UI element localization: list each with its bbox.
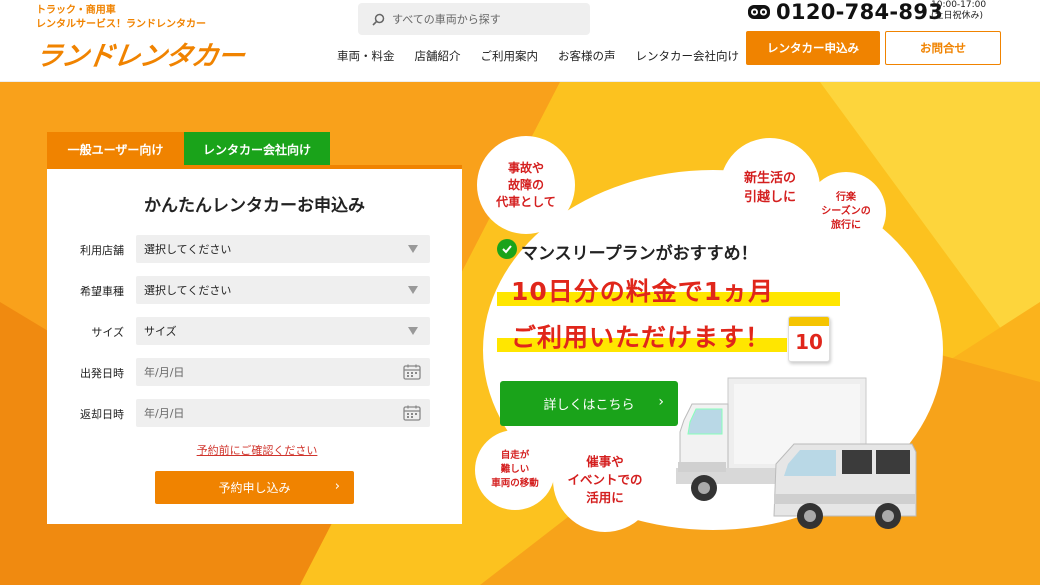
bubble-event-line3: 活用に	[586, 490, 624, 505]
bubble-accident-line1: 事故や	[507, 160, 544, 175]
freedial-icon	[748, 5, 770, 19]
bubble-moving-line2: 引越しに	[743, 190, 796, 205]
detail-button[interactable]: 詳しくはこちら ›	[500, 381, 678, 426]
label-size: サイズ	[91, 326, 124, 339]
promo-headline: マンスリープランがおすすめ！	[521, 244, 758, 264]
nav-for-companies[interactable]: レンタカー会社向け	[636, 48, 740, 64]
truck-illustration	[676, 377, 917, 529]
bubble-season-line3: 旅行に	[831, 220, 861, 231]
calendar-number: 10	[795, 330, 823, 354]
return-date-value: 年/月/日	[144, 407, 185, 420]
bubble-moving-line1: 新生活の	[743, 171, 796, 186]
label-departure: 出発日時	[80, 367, 124, 380]
business-hours: 10:00-17:00 (土日祝休み)	[931, 0, 986, 22]
tab-rental-companies[interactable]: レンタカー会社向け	[184, 132, 330, 166]
nav-reviews[interactable]: お客様の声	[558, 48, 616, 64]
bubble-accident-line3: 代車として	[496, 194, 556, 209]
size-select-value: サイズ	[144, 325, 177, 338]
bubble-accident-line2: 故障の	[507, 177, 544, 192]
bubble-self-drive-line2: 難しい	[500, 464, 530, 475]
vehicle-type-value: 選択してください	[144, 284, 232, 297]
rental-application-form: かんたんレンタカーお申込み 利用店舗 選択してください 希望車種 選択してくださ…	[47, 169, 462, 524]
chevron-right-icon: ›	[334, 479, 340, 494]
bubble-self-drive-line1: 自走が	[500, 450, 530, 461]
search-icon	[372, 13, 385, 26]
search-box[interactable]: すべての車両から探す	[358, 3, 590, 35]
promo-line2: ご利用いただけます！	[511, 323, 772, 352]
store-select[interactable]: 選択してください	[136, 235, 430, 263]
check-icon	[497, 239, 517, 259]
form-title: かんたんレンタカーお申込み	[144, 196, 365, 216]
phone-number[interactable]: 0120-784-893	[776, 0, 943, 24]
calendar-picker-icon[interactable]	[403, 405, 421, 421]
bubble-event-line1: 催事や	[586, 454, 624, 469]
bubble-self-drive-line3: 車両の移動	[491, 478, 539, 489]
chevron-right-icon: ›	[658, 394, 664, 410]
tab-general-users[interactable]: 一般ユーザー向け	[47, 132, 184, 166]
search-placeholder: すべての車両から探す	[392, 13, 501, 26]
departure-date-input[interactable]: 年/月/日	[136, 358, 430, 386]
main-nav: 車両・料金 店舗紹介 ご利用案内 お客様の声 レンタカー会社向け	[337, 48, 759, 64]
dropdown-arrow-icon	[408, 286, 418, 294]
return-date-input[interactable]: 年/月/日	[136, 399, 430, 427]
bubble-event-line2: イベントでの	[567, 472, 643, 487]
label-store: 利用店舗	[80, 244, 124, 257]
contact-button[interactable]: お問合せ	[885, 31, 1001, 65]
hours-time: 10:00-17:00	[931, 0, 987, 10]
submit-label: 予約申し込み	[218, 481, 291, 495]
label-return: 返却日時	[80, 408, 124, 421]
phone-block[interactable]: 0120-784-893	[748, 0, 943, 24]
vehicle-type-select[interactable]: 選択してください	[136, 276, 430, 304]
site-header: トラック・商用車 レンタルサービス！ランドレンタカー ランドレンタカー すべての…	[0, 0, 1040, 82]
calendar-picker-icon[interactable]	[403, 364, 421, 380]
nav-vehicles[interactable]: 車両・料金	[337, 48, 395, 64]
bubble-event: 催事や イベントでの 活用に	[553, 428, 657, 532]
promo-line1: 10日分の料金で1ヵ月	[511, 277, 775, 306]
tagline-line2: レンタルサービス！ランドレンタカー	[36, 19, 206, 30]
bubble-self-drive: 自走が 難しい 車両の移動	[475, 430, 555, 510]
bubble-moving: 新生活の 引越しに	[720, 138, 820, 238]
submit-reservation-button[interactable]: 予約申し込み ›	[155, 471, 354, 504]
dropdown-arrow-icon	[408, 327, 418, 335]
bubble-season-line2: シーズンの	[821, 206, 871, 217]
tagline: トラック・商用車 レンタルサービス！ランドレンタカー	[36, 4, 206, 32]
tagline-line1: トラック・商用車	[36, 5, 116, 16]
pre-booking-notice-link[interactable]: 予約前にご確認ください	[47, 442, 462, 458]
bubble-season: 行楽 シーズンの 旅行に	[806, 172, 886, 252]
dropdown-arrow-icon	[408, 245, 418, 253]
departure-date-value: 年/月/日	[144, 366, 185, 379]
nav-guide[interactable]: ご利用案内	[481, 48, 539, 64]
bubble-accident: 事故や 故障の 代車として	[477, 136, 575, 234]
label-vehicle-type: 希望車種	[80, 285, 124, 298]
size-select[interactable]: サイズ	[136, 317, 430, 345]
store-select-value: 選択してください	[144, 243, 232, 256]
hours-note: (土日祝休み)	[931, 11, 984, 21]
calendar-icon: 10	[788, 316, 830, 362]
rental-apply-button[interactable]: レンタカー申込み	[746, 31, 880, 65]
detail-button-label: 詳しくはこちら	[543, 398, 635, 413]
bubble-season-line1: 行楽	[836, 192, 856, 203]
nav-stores[interactable]: 店舗紹介	[415, 48, 461, 64]
site-logo[interactable]: ランドレンタカー	[33, 34, 246, 73]
